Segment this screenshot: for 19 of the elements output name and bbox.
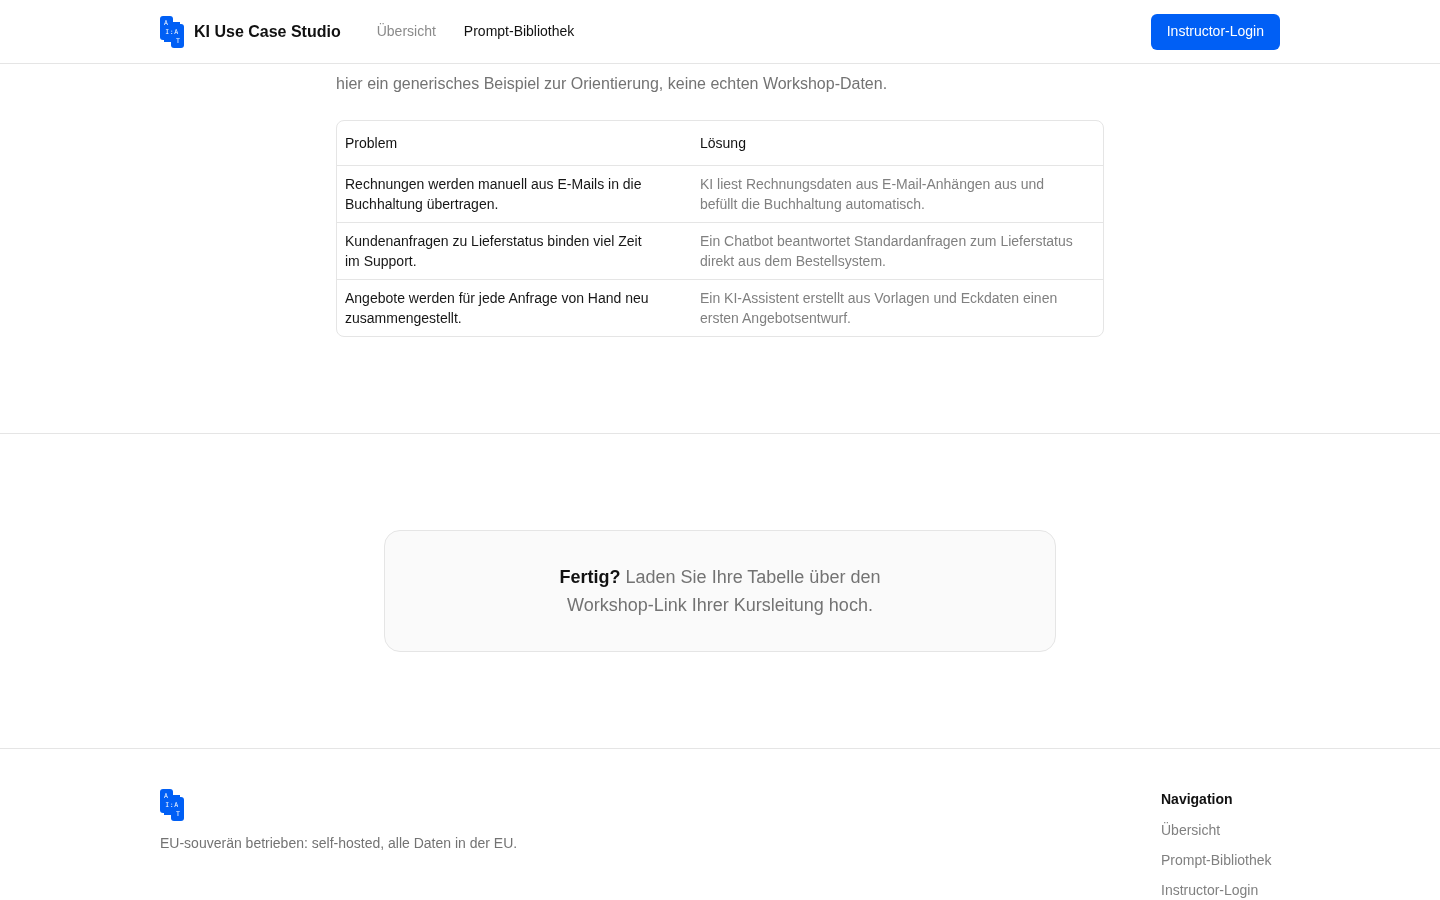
footer-link[interactable]: Instructor-Login (1161, 880, 1280, 900)
nav-link[interactable]: Übersicht (376, 21, 436, 42)
login-button[interactable]: Instructor-Login (1150, 13, 1280, 50)
intro-text: hier ein generisches Beispiel zur Orientierung, keine echten Workshop-Daten. (336, 74, 889, 94)
column-header: Problem (345, 135, 398, 151)
column-header: Lösung (700, 135, 746, 151)
footer-tagline: EU-souverän betrieben: self-hosted, alle Daten in der EU. (160, 834, 518, 853)
table-cell-text: Rechnungen werden manuell aus E-Mails in die Buchhaltung übertragen. (345, 175, 643, 214)
brand-name[interactable]: KI Use Case Studio (194, 19, 341, 44)
table-cell-text: Ein KI-Assistent erstellt aus Vorlagen und Eckdaten einen ersten Angebotsentwurf. (700, 289, 1059, 328)
nav-link[interactable]: Prompt-Bibliothek (463, 21, 575, 42)
footer-link[interactable]: Übersicht (1161, 820, 1280, 840)
footer-link[interactable]: Prompt-Bibliothek (1161, 850, 1280, 870)
footer-heading: Navigation (1161, 790, 1234, 809)
callout-text: Fertig? Laden Sie Ihre Tabelle über den Workshop-Link Ihrer Kursleitung hoch. (558, 566, 882, 617)
table-cell-text: KI liest Rechnungsdaten aus E-Mail-Anhängen aus und befüllt die Buchhaltung automatisch. (700, 175, 1045, 214)
table-cell-text: Kundenanfragen zu Lieferstatus binden viel Zeit im Support. (345, 232, 643, 271)
table-cell-text: Ein Chatbot beantwortet Standardanfragen zum Lieferstatus direkt aus dem Bestellsystem. (700, 232, 1074, 271)
table-cell-text: Angebote werden für jede Anfrage von Hand neu zusammengestellt. (345, 289, 650, 328)
